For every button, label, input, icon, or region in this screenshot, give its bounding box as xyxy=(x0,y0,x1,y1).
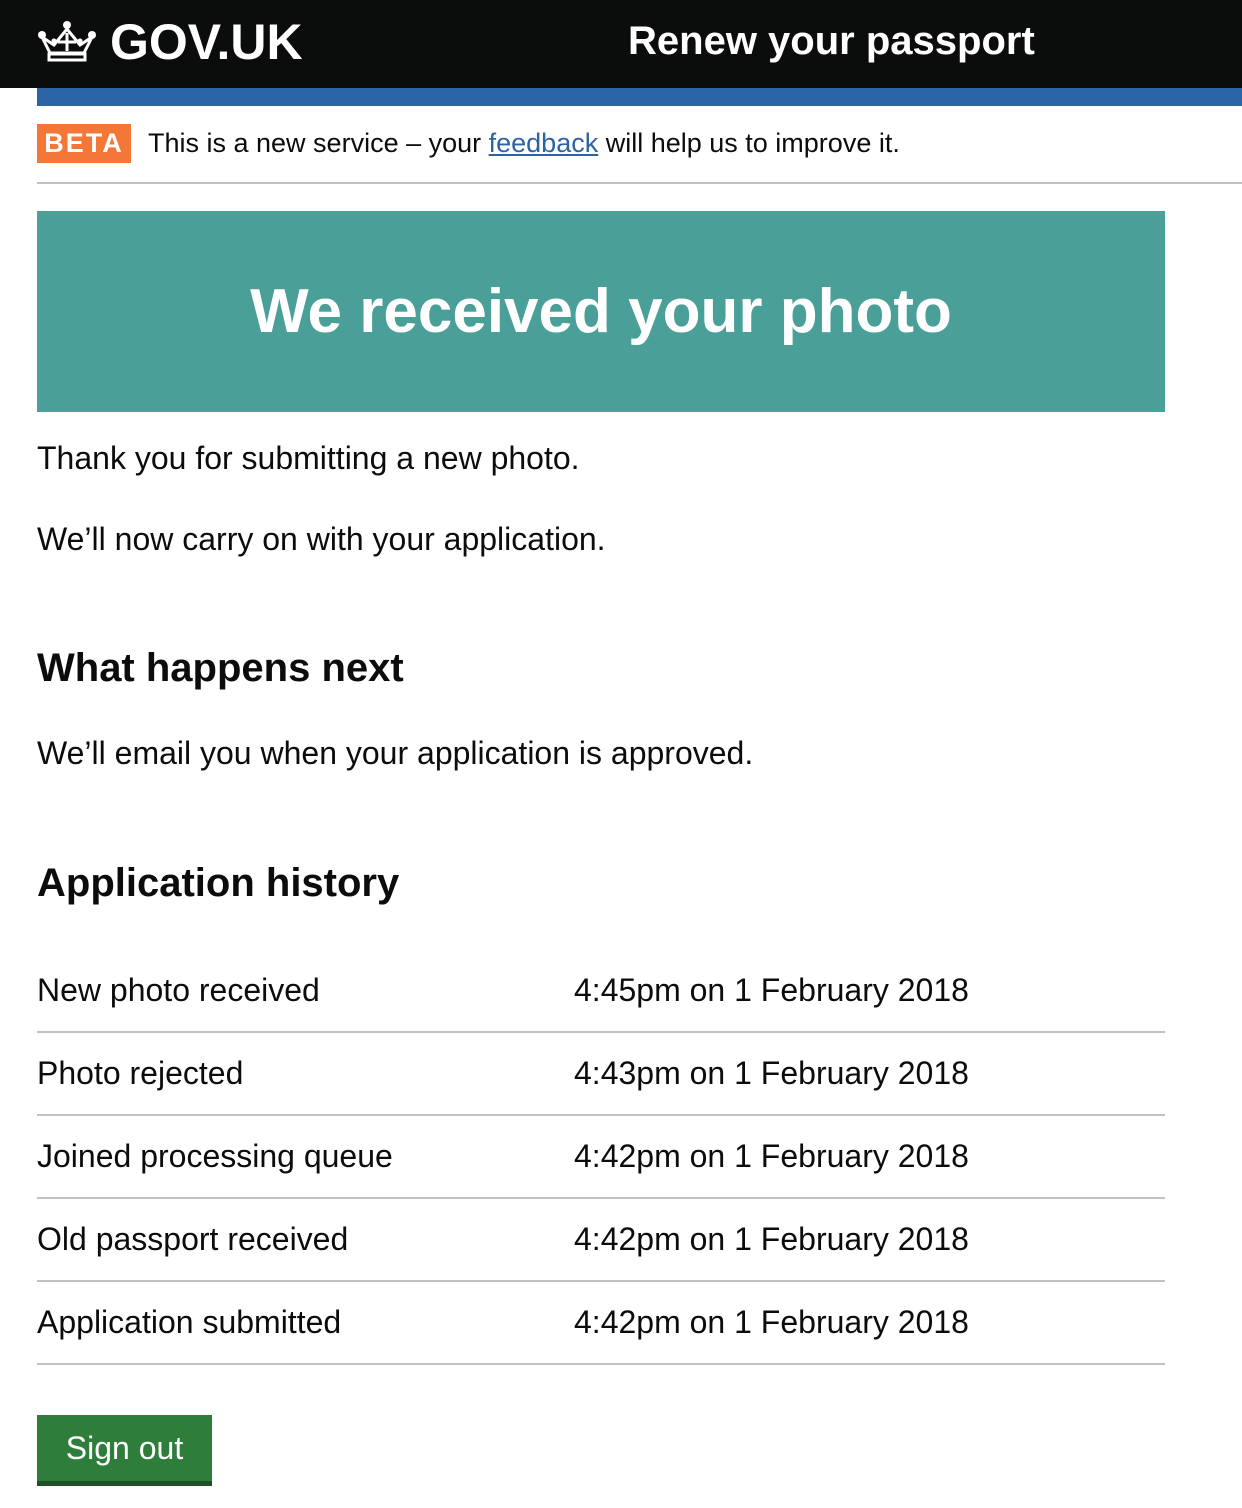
application-history-heading: Application history xyxy=(37,861,400,905)
history-time: 4:42pm on 1 February 2018 xyxy=(574,1304,969,1340)
service-name-link[interactable]: Renew your passport xyxy=(628,16,1035,66)
beta-tag: BETA xyxy=(37,124,131,163)
thanks-text: Thank you for submitting a new photo. xyxy=(37,440,580,476)
history-row: Application submitted 4:42pm on 1 Februa… xyxy=(37,1282,1165,1365)
application-history-list: New photo received 4:45pm on 1 February … xyxy=(37,950,1165,1365)
crown-icon xyxy=(38,21,96,62)
history-time: 4:45pm on 1 February 2018 xyxy=(574,972,969,1008)
history-time: 4:43pm on 1 February 2018 xyxy=(574,1055,969,1091)
govuk-logo-text: GOV.UK xyxy=(110,14,303,70)
phase-text-before: This is a new service – your xyxy=(148,128,489,158)
sign-out-button[interactable]: Sign out xyxy=(37,1415,212,1481)
continue-text: We’ll now carry on with your application… xyxy=(37,521,606,557)
what-happens-next-heading: What happens next xyxy=(37,646,404,690)
confirmation-panel: We received your photo xyxy=(37,211,1165,412)
next-steps-text: We’ll email you when your application is… xyxy=(37,735,754,771)
history-time: 4:42pm on 1 February 2018 xyxy=(574,1138,969,1174)
history-event: New photo received xyxy=(37,972,320,1008)
history-event: Photo rejected xyxy=(37,1055,244,1091)
history-row: Old passport received 4:42pm on 1 Februa… xyxy=(37,1199,1165,1282)
history-row: Photo rejected 4:43pm on 1 February 2018 xyxy=(37,1033,1165,1116)
history-event: Joined processing queue xyxy=(37,1138,393,1174)
header-accent-bar xyxy=(37,88,1242,106)
feedback-link[interactable]: feedback xyxy=(489,128,599,158)
phase-banner-text: This is a new service – your feedback wi… xyxy=(148,124,900,162)
history-time: 4:42pm on 1 February 2018 xyxy=(574,1221,969,1257)
history-row: New photo received 4:45pm on 1 February … xyxy=(37,950,1165,1033)
history-row: Joined processing queue 4:42pm on 1 Febr… xyxy=(37,1116,1165,1199)
confirmation-title: We received your photo xyxy=(250,276,952,346)
history-event: Old passport received xyxy=(37,1221,349,1257)
govuk-logo-link[interactable]: GOV.UK xyxy=(36,14,303,70)
site-header: GOV.UK Renew your passport xyxy=(0,0,1242,88)
phase-banner: BETA This is a new service – your feedba… xyxy=(37,124,1242,184)
phase-text-after: will help us to improve it. xyxy=(598,128,900,158)
history-event: Application submitted xyxy=(37,1304,342,1340)
